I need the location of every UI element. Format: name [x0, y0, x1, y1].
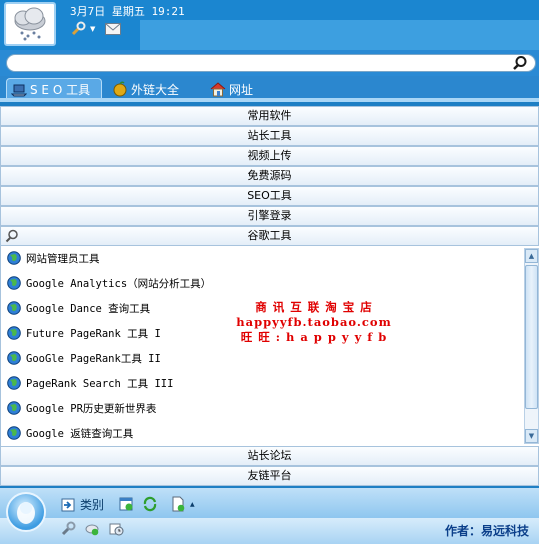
- weather-avatar[interactable]: [4, 2, 56, 46]
- chevron-down-icon: ▲: [190, 500, 195, 508]
- category-google-tools[interactable]: 谷歌工具: [0, 226, 539, 246]
- globe-icon: [7, 251, 21, 265]
- globe-icon: [7, 426, 21, 440]
- list-item-label: Google Dance 查询工具: [26, 302, 151, 315]
- wrench-icon: [60, 521, 76, 537]
- promo-text: 商 讯 互 联 淘 宝 店 happyyfb.taobao.com 旺 旺 : …: [224, 300, 404, 345]
- category-video-upload[interactable]: 视频上传: [0, 146, 539, 166]
- refresh-button[interactable]: [142, 496, 162, 512]
- tab-underline: [0, 98, 539, 102]
- category-link-exchange[interactable]: 友链平台: [0, 466, 539, 486]
- category-label: 引擎登录: [247, 209, 292, 222]
- category-label: 常用软件: [247, 109, 292, 122]
- scroll-thumb[interactable]: [525, 265, 538, 409]
- promo-line-3: 旺 旺 : h a p p y y f b: [240, 330, 388, 344]
- vertical-scrollbar[interactable]: ▲ ▼: [524, 248, 539, 444]
- list-item[interactable]: GooGle PageRank工具 II: [7, 348, 161, 368]
- category-label: 视频上传: [247, 149, 292, 162]
- laptop-icon: [11, 82, 27, 98]
- wrench-icon[interactable]: [70, 21, 86, 37]
- schedule-button[interactable]: [108, 521, 128, 537]
- list-item-label: GooGle PageRank工具 II: [26, 352, 161, 365]
- cloud-add-button[interactable]: [84, 521, 104, 537]
- add-item-button[interactable]: [118, 496, 138, 512]
- chevron-down-icon[interactable]: ▼: [90, 25, 95, 33]
- list-item[interactable]: 网站管理员工具: [7, 248, 100, 268]
- list-item-label: Google 返链查询工具: [26, 427, 134, 440]
- category-label: 友链平台: [247, 469, 292, 482]
- category-button-label: 类别: [80, 498, 105, 512]
- category-button[interactable]: 类别: [60, 496, 104, 513]
- category-webmaster-forum[interactable]: 站长论坛: [0, 446, 539, 466]
- list-item-label: 网站管理员工具: [26, 252, 100, 265]
- category-label: 站长论坛: [247, 449, 292, 462]
- settings-button[interactable]: [60, 521, 80, 537]
- header: 3月7日 星期五 19:21 ▼: [0, 0, 539, 50]
- page-add-icon: [170, 496, 186, 512]
- header-band: [140, 20, 539, 50]
- list-item-label: Google Analytics（网站分析工具）: [26, 277, 212, 290]
- apple-icon: [112, 81, 128, 97]
- chevron-down-icon: ▼: [528, 432, 535, 440]
- list-item-label: PageRank Search 工具 III: [26, 377, 174, 390]
- search-input[interactable]: [6, 54, 536, 72]
- globe-icon: [7, 276, 21, 290]
- tab-seo-tools-label: S E O 工具: [30, 83, 91, 97]
- scroll-up-button[interactable]: ▲: [525, 249, 538, 263]
- promo-line-2: happyyfb.taobao.com: [236, 315, 392, 329]
- category-label: 站长工具: [247, 129, 292, 142]
- list-item[interactable]: Google Analytics（网站分析工具）: [7, 273, 211, 293]
- cloud-add-icon: [84, 521, 100, 537]
- penguin-icon: [17, 502, 35, 524]
- main-menu-button[interactable]: [6, 492, 46, 532]
- window-add-icon: [118, 496, 134, 512]
- globe-icon: [7, 401, 21, 415]
- globe-icon: [7, 376, 21, 390]
- category-label: 免费源码: [247, 169, 292, 182]
- list-item[interactable]: Google Dance 查询工具: [7, 298, 150, 318]
- refresh-icon: [142, 496, 158, 512]
- list-item[interactable]: PageRank Search 工具 III: [7, 373, 173, 393]
- new-page-button[interactable]: ▲: [170, 496, 195, 512]
- tool-list: 网站管理员工具 Google Analytics（网站分析工具） Google …: [1, 246, 521, 446]
- category-free-source[interactable]: 免费源码: [0, 166, 539, 186]
- category-common-software[interactable]: 常用软件: [0, 106, 539, 126]
- list-item[interactable]: Future PageRank 工具 I: [7, 323, 161, 343]
- list-item-label: Google PR历史更新世界表: [26, 402, 157, 415]
- list-item-label: Future PageRank 工具 I: [26, 327, 161, 340]
- category-webmaster-tools[interactable]: 站长工具: [0, 126, 539, 146]
- tab-seo-tools[interactable]: S E O 工具: [6, 78, 102, 100]
- chevron-up-icon: ▲: [528, 252, 535, 260]
- promo-line-1: 商 讯 互 联 淘 宝 店: [255, 300, 373, 314]
- search-icon[interactable]: [512, 55, 528, 71]
- category-engine-submit[interactable]: 引擎登录: [0, 206, 539, 226]
- globe-icon: [7, 301, 21, 315]
- globe-icon: [7, 326, 21, 340]
- calendar-clock-icon: [108, 521, 124, 537]
- footer: 类别 ▲ 作者：易远科技: [0, 488, 539, 544]
- import-icon: [60, 497, 76, 513]
- list-item[interactable]: Google 返链查询工具: [7, 423, 133, 443]
- mail-icon[interactable]: [105, 21, 122, 37]
- magnifier-icon: [5, 229, 18, 243]
- header-tools: ▼: [70, 21, 122, 37]
- category-label: SEO工具: [247, 189, 292, 202]
- datetime-label: 3月7日 星期五 19:21: [70, 5, 185, 18]
- list-item[interactable]: Google PR历史更新世界表: [7, 398, 156, 418]
- search-bar: [0, 50, 539, 76]
- scroll-down-button[interactable]: ▼: [525, 429, 538, 443]
- author-label: 作者：易远科技: [444, 524, 529, 538]
- tab-bar: S E O 工具 外链大全 网址: [0, 76, 539, 100]
- tab-websites-label: 网址: [229, 82, 254, 97]
- category-label: 谷歌工具: [247, 229, 292, 242]
- google-tools-panel: 网站管理员工具 Google Analytics（网站分析工具） Google …: [0, 246, 539, 446]
- cloud-snow-icon: [14, 7, 46, 41]
- home-icon: [210, 81, 226, 97]
- globe-icon: [7, 351, 21, 365]
- tab-external-links[interactable]: 外链大全: [108, 78, 192, 100]
- tab-websites[interactable]: 网址: [206, 78, 266, 100]
- category-seo-tools[interactable]: SEO工具: [0, 186, 539, 206]
- tab-external-links-label: 外链大全: [131, 82, 180, 97]
